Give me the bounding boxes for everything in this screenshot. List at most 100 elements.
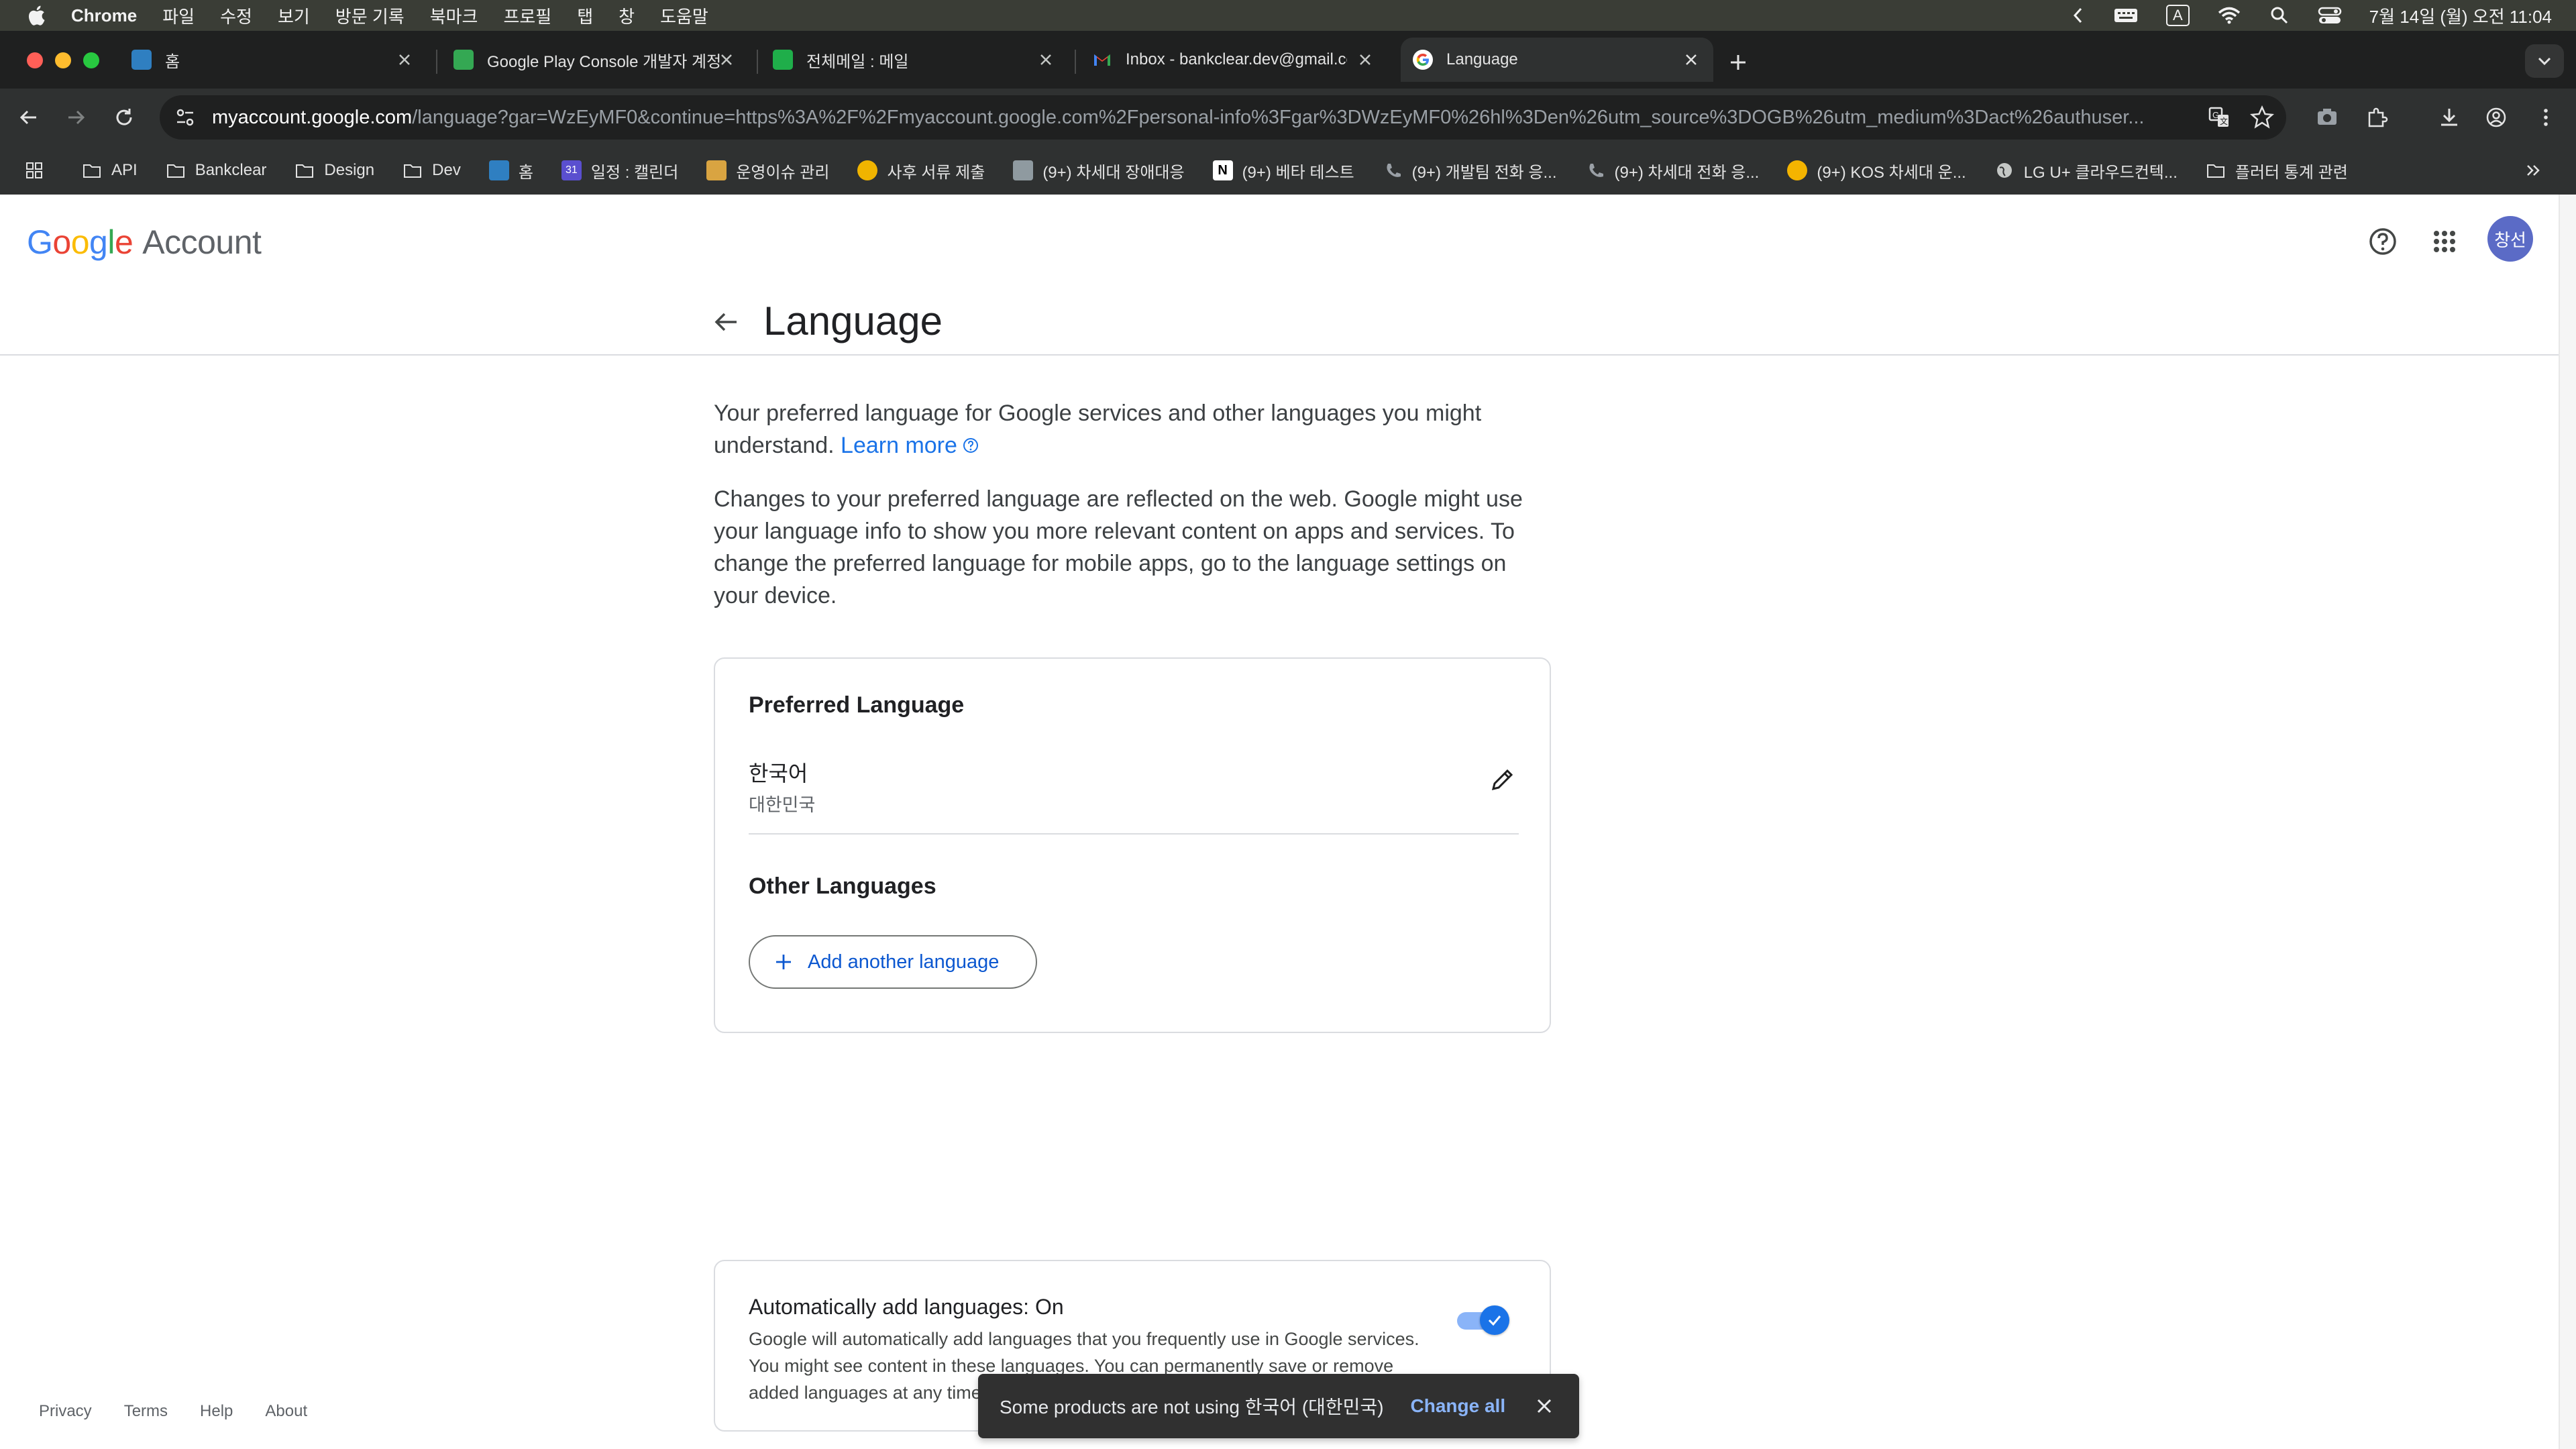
menu-profiles[interactable]: 프로필	[503, 3, 551, 28]
bookmark-apps[interactable]	[24, 160, 54, 180]
tab-title: 전체메일 : 메일	[806, 52, 909, 71]
wifi-icon[interactable]	[2216, 5, 2242, 25]
close-tab-icon[interactable]	[716, 50, 737, 70]
account-avatar[interactable]: 창선	[2487, 216, 2533, 262]
bookmark-documents[interactable]: 사후 서류 제출	[857, 159, 985, 182]
bookmark-folder-design[interactable]: Design	[294, 160, 374, 180]
google-account-logo[interactable]: Google Account	[27, 223, 262, 262]
home-favicon-icon	[131, 50, 152, 70]
tab-strip: 홈 Google Play Console 개발자 계정 전체메일 : 메일 I…	[0, 31, 2576, 89]
apple-icon[interactable]	[25, 3, 50, 28]
bookmark-folder-api[interactable]: API	[82, 160, 138, 180]
input-source-indicator[interactable]: A	[2165, 5, 2190, 26]
preferred-language-region: 대한민국	[749, 795, 816, 815]
menu-history[interactable]: 방문 기록	[335, 3, 405, 28]
bookmark-incident[interactable]: (9+) 차세대 장애대응	[1013, 159, 1185, 182]
extensions-puzzle-icon[interactable]	[2364, 105, 2390, 130]
chrome-menu-icon[interactable]	[2533, 105, 2559, 130]
chevron-down-icon	[2538, 57, 2551, 66]
site-info-icon[interactable]	[173, 105, 197, 129]
bookmark-folder-flutter[interactable]: 플러터 통계 관련	[2206, 159, 2348, 182]
address-bar[interactable]: myaccount.google.com/language?gar=WzEyMF…	[160, 95, 2286, 140]
menu-view[interactable]: 보기	[278, 3, 310, 28]
url-text[interactable]: myaccount.google.com/language?gar=WzEyMF…	[212, 107, 2171, 129]
tab-mail[interactable]: 전체메일 : 메일	[773, 38, 1068, 82]
change-all-button[interactable]: Change all	[1411, 1395, 1506, 1417]
footer-help-link[interactable]: Help	[200, 1402, 233, 1421]
window-controls	[27, 52, 99, 68]
menu-clock[interactable]: 7월 14일 (월) 오전 11:04	[2369, 3, 2552, 28]
spotlight-search-icon[interactable]	[2269, 5, 2290, 26]
back-arrow-icon[interactable]	[710, 306, 742, 338]
page-scrollbar[interactable]	[2559, 195, 2576, 1449]
close-tab-icon[interactable]	[1355, 50, 1375, 70]
bookmark-star-icon[interactable]	[2249, 104, 2275, 131]
notion-icon: N	[1212, 160, 1233, 180]
chevron-left-icon[interactable]	[2071, 5, 2086, 25]
auto-add-toggle[interactable]	[1457, 1304, 1511, 1336]
close-tab-icon[interactable]	[1681, 50, 1701, 70]
learn-more-link[interactable]: Learn more	[841, 433, 980, 458]
footer-privacy-link[interactable]: Privacy	[39, 1402, 92, 1421]
menu-help[interactable]: 도움말	[660, 3, 708, 28]
folder-icon	[296, 164, 314, 178]
add-language-label: Add another language	[808, 951, 1000, 973]
intro-paragraph: Your preferred language for Google servi…	[714, 397, 1552, 462]
back-icon[interactable]	[16, 105, 42, 130]
screenshot-extension-icon[interactable]	[2314, 105, 2340, 130]
tab-home[interactable]: 홈	[131, 38, 427, 82]
reload-icon[interactable]	[111, 105, 137, 130]
bookmark-label: 플러터 통계 관련	[2235, 163, 2348, 182]
gmail-favicon-icon	[1094, 54, 1110, 66]
bookmark-label: API	[111, 161, 138, 179]
menu-tab[interactable]: 탭	[577, 3, 593, 28]
url-path: /language?gar=WzEyMF0&continue=https%3A%…	[412, 106, 2145, 128]
translate-icon[interactable]: G文	[2206, 104, 2233, 131]
forward-icon[interactable]	[63, 105, 89, 130]
add-another-language-button[interactable]: Add another language	[749, 935, 1037, 989]
bookmark-folder-bankclear[interactable]: Bankclear	[166, 160, 266, 180]
tab-search-button[interactable]	[2525, 44, 2564, 78]
bookmark-label: 홈	[518, 163, 533, 182]
more-bookmarks-icon[interactable]	[2522, 160, 2544, 181]
bookmark-folder-dev[interactable]: Dev	[402, 160, 461, 180]
google-apps-icon[interactable]	[2428, 225, 2461, 258]
browser-toolbar: myaccount.google.com/language?gar=WzEyMF…	[0, 89, 2576, 146]
close-icon[interactable]	[1532, 1394, 1556, 1418]
zoom-window-button[interactable]	[83, 52, 99, 68]
bookmark-home[interactable]: 홈	[488, 159, 533, 182]
menu-file[interactable]: 파일	[162, 3, 195, 28]
bookmark-label: Dev	[432, 161, 461, 179]
bookmark-label: LG U+ 클라우드컨텍...	[2023, 163, 2178, 182]
tab-gmail-inbox[interactable]: Inbox - bankclear.dev@gmail.com	[1092, 38, 1387, 82]
card-divider	[749, 833, 1519, 835]
menu-app-name[interactable]: Chrome	[71, 5, 137, 26]
footer-about-link[interactable]: About	[265, 1402, 307, 1421]
tab-google-play-console[interactable]: Google Play Console 개발자 계정	[453, 38, 749, 82]
help-icon[interactable]	[2365, 224, 2400, 259]
bookmark-dev-phone[interactable]: (9+) 개발팀 전화 응...	[1383, 159, 1557, 182]
bookmark-kos[interactable]: (9+) KOS 차세대 운...	[1787, 159, 1966, 182]
bookmark-next-gen-phone[interactable]: (9+) 차세대 전화 응...	[1585, 159, 1759, 182]
bookmark-lg-cloud[interactable]: LG U+ 클라우드컨텍...	[1994, 159, 2178, 182]
tab-language[interactable]: Language	[1401, 38, 1713, 82]
menu-edit[interactable]: 수정	[220, 3, 252, 28]
footer-terms-link[interactable]: Terms	[124, 1402, 168, 1421]
close-tab-icon[interactable]	[394, 50, 415, 70]
tab-title: Language	[1446, 50, 1518, 68]
bookmark-calendar[interactable]: 31 일정 : 캘린더	[561, 159, 678, 182]
bookmark-ops-issues[interactable]: 운영이슈 관리	[706, 159, 829, 182]
menu-bookmarks[interactable]: 북마크	[430, 3, 478, 28]
minimize-window-button[interactable]	[55, 52, 71, 68]
auto-add-title: Automatically add languages: On	[749, 1295, 1064, 1319]
bookmark-beta-test[interactable]: N (9+) 베타 테스트	[1212, 159, 1354, 182]
keyboard-icon[interactable]	[2112, 5, 2139, 25]
close-window-button[interactable]	[27, 52, 43, 68]
control-center-icon[interactable]	[2317, 5, 2343, 25]
profile-icon[interactable]	[2483, 105, 2509, 130]
new-tab-icon[interactable]	[1725, 50, 1751, 75]
download-icon[interactable]	[2436, 105, 2462, 130]
edit-pencil-icon[interactable]	[1488, 765, 1517, 794]
close-tab-icon[interactable]	[1036, 50, 1056, 70]
menu-window[interactable]: 창	[619, 3, 635, 28]
